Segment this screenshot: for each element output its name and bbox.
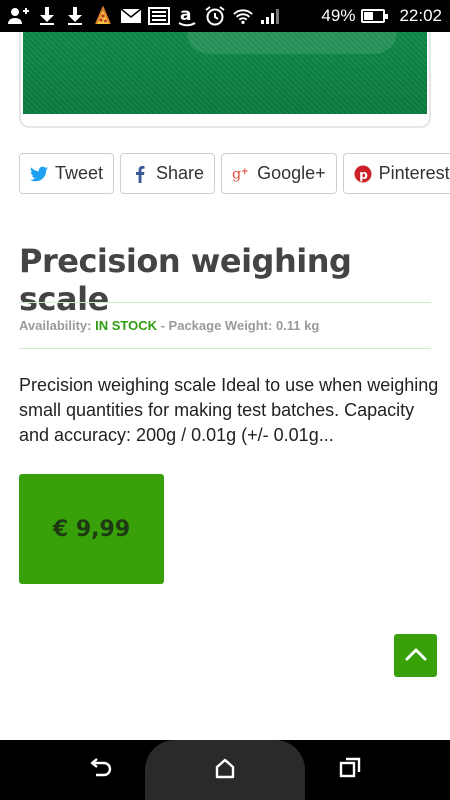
divider [19, 348, 431, 349]
svg-text:p: p [359, 168, 368, 182]
svg-text:g: g [232, 166, 241, 182]
tweet-label: Tweet [55, 163, 104, 183]
facebook-icon [131, 165, 149, 183]
google-plus-button[interactable]: g + Google+ [221, 153, 337, 194]
product-image[interactable] [23, 32, 427, 114]
package-weight: - Package Weight: 0.11 kg [157, 318, 320, 333]
product-title: Precision weighing scale [19, 242, 352, 318]
status-bar: a 49% 22:02 [0, 0, 450, 32]
pinterest-label: Pinterest [378, 163, 450, 183]
pinterest-button[interactable]: p Pinterest [342, 153, 450, 194]
download-icon [64, 5, 86, 27]
amazon-icon: a [176, 5, 198, 27]
svg-text:+: + [241, 167, 249, 177]
home-button[interactable] [211, 756, 239, 784]
price-label: € 9,99 [52, 516, 131, 542]
back-icon [88, 758, 112, 782]
battery-percent: 49% [321, 6, 356, 25]
facebook-share-button[interactable]: Share [120, 153, 216, 194]
tweet-button[interactable]: Tweet [19, 153, 115, 194]
pinterest-icon: p [354, 165, 372, 183]
battery-icon [361, 9, 389, 23]
notification-icons: a [8, 5, 282, 27]
share-buttons: Tweet Share g + Google+ p Pinterest [19, 153, 450, 194]
product-description: Precision weighing scale Ideal to use wh… [19, 375, 439, 445]
wifi-icon [232, 5, 254, 27]
home-icon [214, 757, 236, 783]
availability-label: Availability: [19, 318, 96, 333]
recents-icon [339, 757, 361, 783]
svg-text:a: a [180, 5, 191, 25]
add-contact-icon [8, 5, 30, 27]
share-label: Share [156, 163, 205, 183]
alarm-icon [204, 5, 226, 27]
recents-button[interactable] [336, 756, 364, 784]
back-button[interactable] [86, 756, 114, 784]
stock-status: IN STOCK [95, 318, 157, 333]
google-plus-icon: g + [232, 165, 250, 183]
mail-icon [120, 5, 142, 27]
clock: 22:02 [399, 6, 442, 25]
scroll-to-top-button[interactable] [394, 634, 437, 677]
navigation-bar [0, 740, 450, 800]
price-button[interactable]: € 9,99 [19, 474, 164, 584]
twitter-icon [30, 165, 48, 183]
divider [19, 302, 431, 303]
chevron-up-icon [405, 646, 427, 665]
product-meta: Availability: IN STOCK - Package Weight:… [19, 318, 319, 333]
download-icon [36, 5, 58, 27]
google-plus-label: Google+ [257, 163, 326, 183]
pizza-icon [92, 5, 114, 27]
product-image-card[interactable] [19, 32, 431, 128]
signal-icon [260, 5, 282, 27]
image-icon [148, 5, 170, 27]
